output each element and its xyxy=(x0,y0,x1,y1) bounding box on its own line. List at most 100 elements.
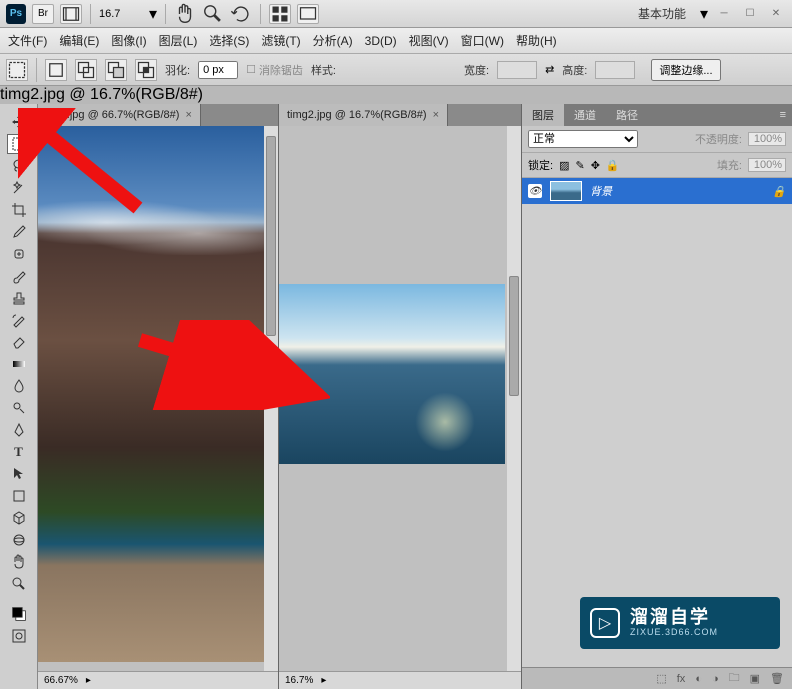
width-input xyxy=(497,61,537,79)
wand-tool[interactable] xyxy=(7,178,31,198)
lock-pixels-icon[interactable]: ✎ xyxy=(575,159,584,172)
menu-file[interactable]: 文件(F) xyxy=(8,32,47,49)
menu-filter[interactable]: 滤镜(T) xyxy=(261,32,300,49)
feather-label: 羽化: xyxy=(165,62,190,78)
style-label: 样式: xyxy=(311,62,336,78)
3d-tool[interactable] xyxy=(7,508,31,528)
path-select-tool[interactable] xyxy=(7,464,31,484)
visibility-icon[interactable]: 👁 xyxy=(528,184,542,198)
lock-transparent-icon[interactable]: ▨ xyxy=(559,159,569,172)
menu-analyze[interactable]: 分析(A) xyxy=(313,32,353,49)
doc-info-icon[interactable]: ▸ xyxy=(321,675,326,686)
workspace-selector[interactable]: 基本功能 xyxy=(630,5,694,22)
blend-mode-select[interactable]: 正常 xyxy=(528,130,638,148)
move-tool[interactable] xyxy=(7,112,31,132)
pen-tool[interactable] xyxy=(7,420,31,440)
doc-tab-2[interactable]: timg2.jpg @ 16.7%(RGB/8#) × xyxy=(279,104,448,126)
menu-3d[interactable]: 3D(D) xyxy=(365,34,397,48)
width-label: 宽度: xyxy=(464,62,489,78)
layer-background[interactable]: 👁 背景 🔒 xyxy=(522,178,792,204)
eyedropper-tool[interactable] xyxy=(7,222,31,242)
history-brush-tool[interactable] xyxy=(7,310,31,330)
fx-icon[interactable]: fx xyxy=(677,673,686,685)
brush-tool[interactable] xyxy=(7,266,31,286)
blend-row: 正常 不透明度: 100% xyxy=(522,126,792,153)
opacity-value[interactable]: 100% xyxy=(748,132,786,146)
screen-icon xyxy=(298,4,318,24)
dodge-tool[interactable] xyxy=(7,398,31,418)
type-tool[interactable]: T xyxy=(7,442,31,462)
close-icon[interactable]: × xyxy=(433,109,439,121)
doc-info-icon[interactable]: ▸ xyxy=(86,675,91,686)
crop-tool[interactable] xyxy=(7,200,31,220)
canvas-2[interactable] xyxy=(279,284,505,464)
mask-icon[interactable]: ◐ xyxy=(695,673,702,685)
minimize-button[interactable]: ─ xyxy=(716,7,732,21)
quickmask-toggle[interactable] xyxy=(7,626,31,646)
lock-position-icon[interactable]: ✥ xyxy=(591,159,600,172)
scrollbar-2[interactable] xyxy=(507,126,521,671)
eraser-tool[interactable] xyxy=(7,332,31,352)
layers-tab[interactable]: 图层 xyxy=(522,104,564,126)
zoom-value-2[interactable]: 16.7% xyxy=(285,675,313,686)
close-button[interactable]: ✕ xyxy=(768,7,784,21)
menu-layer[interactable]: 图层(L) xyxy=(159,32,198,49)
blur-tool[interactable] xyxy=(7,376,31,396)
channels-tab[interactable]: 通道 xyxy=(564,104,606,126)
gradient-tool[interactable] xyxy=(7,354,31,374)
refine-edge-button[interactable]: 调整边缘... xyxy=(651,59,720,81)
mini-bridge-button[interactable] xyxy=(60,4,82,24)
heal-tool[interactable] xyxy=(7,244,31,264)
layer-thumbnail[interactable] xyxy=(550,181,582,201)
menu-select[interactable]: 选择(S) xyxy=(209,32,249,49)
intersect-selection-button[interactable] xyxy=(135,59,157,81)
swap-wh-icon: ⇄ xyxy=(545,63,554,76)
zoom-tool[interactable] xyxy=(7,574,31,594)
zoom-level[interactable]: 16.7 xyxy=(99,8,143,20)
lock-all-icon[interactable]: 🔒 xyxy=(606,159,620,172)
zoom-tool-shortcut[interactable] xyxy=(202,4,224,24)
rotate-icon xyxy=(230,3,252,25)
adjustment-icon[interactable]: ◑ xyxy=(712,673,719,685)
scrollbar-1[interactable] xyxy=(264,126,278,671)
separator xyxy=(36,58,37,82)
hand-tool-shortcut[interactable] xyxy=(174,4,196,24)
marquee-tool[interactable] xyxy=(7,134,31,154)
color-swatch[interactable] xyxy=(7,604,31,624)
layers-footer: ⬚ fx ◐ ◑ 🗀 ▣ 🗑 xyxy=(522,667,792,689)
paths-tab[interactable]: 路径 xyxy=(606,104,648,126)
subtract-selection-button[interactable] xyxy=(105,59,127,81)
zoom-value-1[interactable]: 66.67% xyxy=(44,675,78,686)
menu-help[interactable]: 帮助(H) xyxy=(516,32,557,49)
menu-window[interactable]: 窗口(W) xyxy=(461,32,504,49)
close-icon[interactable]: × xyxy=(185,109,191,121)
link-layers-icon[interactable]: ⬚ xyxy=(656,672,666,685)
menu-edit[interactable]: 编辑(E) xyxy=(59,32,99,49)
bridge-button[interactable]: Br xyxy=(32,4,54,24)
lasso-tool[interactable] xyxy=(7,156,31,176)
panel-menu-icon[interactable]: ≡ xyxy=(774,109,792,121)
feather-input[interactable] xyxy=(198,61,238,79)
watermark-url: ZIXUE.3D66.COM xyxy=(630,628,718,638)
hand-tool[interactable] xyxy=(7,552,31,572)
shape-tool[interactable] xyxy=(7,486,31,506)
group-icon[interactable]: 🗀 xyxy=(729,669,740,688)
menu-view[interactable]: 视图(V) xyxy=(409,32,449,49)
menu-image[interactable]: 图像(I) xyxy=(111,32,146,49)
arrange-docs-button[interactable] xyxy=(269,4,291,24)
fill-value[interactable]: 100% xyxy=(748,158,786,172)
canvas-1[interactable] xyxy=(38,126,267,662)
document-window-2: timg2.jpg @ 16.7%(RGB/8#) × 16.7% ▸ xyxy=(279,104,522,689)
doc-tab-1-label: timg.jpg @ 66.7%(RGB/8#) xyxy=(46,109,179,121)
new-layer-icon[interactable]: ▣ xyxy=(750,672,760,685)
maximize-button[interactable]: ☐ xyxy=(742,7,758,21)
stamp-tool[interactable] xyxy=(7,288,31,308)
current-tool-indicator[interactable] xyxy=(6,59,28,81)
3d-camera-tool[interactable] xyxy=(7,530,31,550)
new-selection-button[interactable] xyxy=(45,59,67,81)
rotate-view-shortcut[interactable] xyxy=(230,4,252,24)
screen-mode-button[interactable] xyxy=(297,4,319,24)
doc-tab-1[interactable]: timg.jpg @ 66.7%(RGB/8#) × xyxy=(38,104,201,126)
delete-layer-icon[interactable]: 🗑 xyxy=(770,672,784,685)
add-selection-button[interactable] xyxy=(75,59,97,81)
